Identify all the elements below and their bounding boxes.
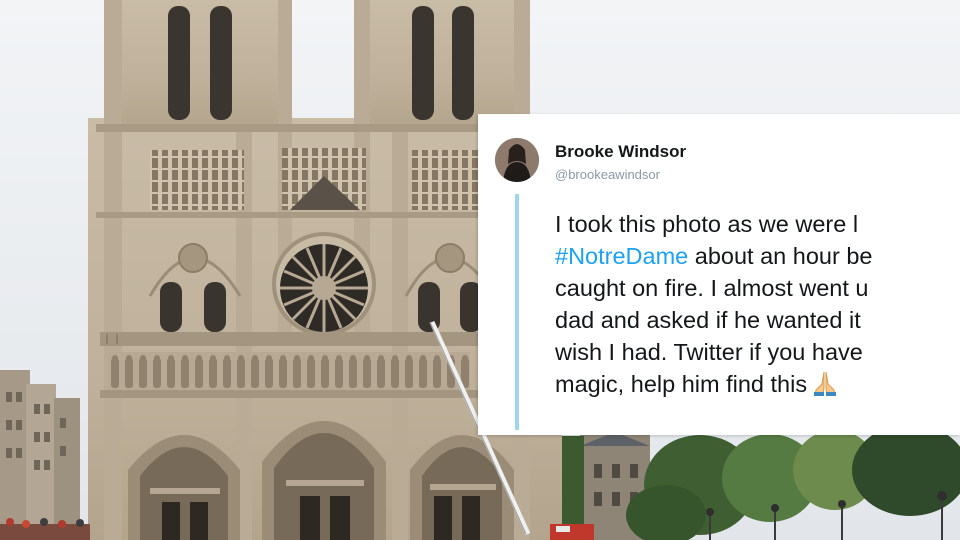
thread-line (515, 194, 519, 430)
tweet-line: magic, help him find this (555, 368, 960, 404)
tweet-line: I took this photo as we were l (555, 211, 859, 237)
rose-window (272, 232, 376, 336)
praying-hands-icon (811, 370, 839, 404)
tweet-card: Brooke Windsor @brookeawindsor I took th… (478, 114, 960, 435)
author-handle[interactable]: @brookeawindsor (555, 167, 660, 182)
tweet-line: wish I had. Twitter if you have (555, 339, 863, 365)
portals (128, 421, 514, 540)
meme-image: Brooke Windsor @brookeawindsor I took th… (0, 0, 960, 540)
author-name[interactable]: Brooke Windsor (555, 142, 686, 162)
tweet-line: dad and asked if he wanted it (555, 307, 861, 333)
avatar[interactable] (495, 138, 539, 182)
tweet-line: caught on fire. I almost went u (555, 275, 869, 301)
tweet-text: I took this photo as we were l #NotreDam… (555, 208, 960, 404)
tweet-line: #NotreDame about an hour be (555, 243, 873, 269)
hashtag-link[interactable]: #NotreDame (555, 243, 688, 269)
crowd (0, 518, 90, 540)
